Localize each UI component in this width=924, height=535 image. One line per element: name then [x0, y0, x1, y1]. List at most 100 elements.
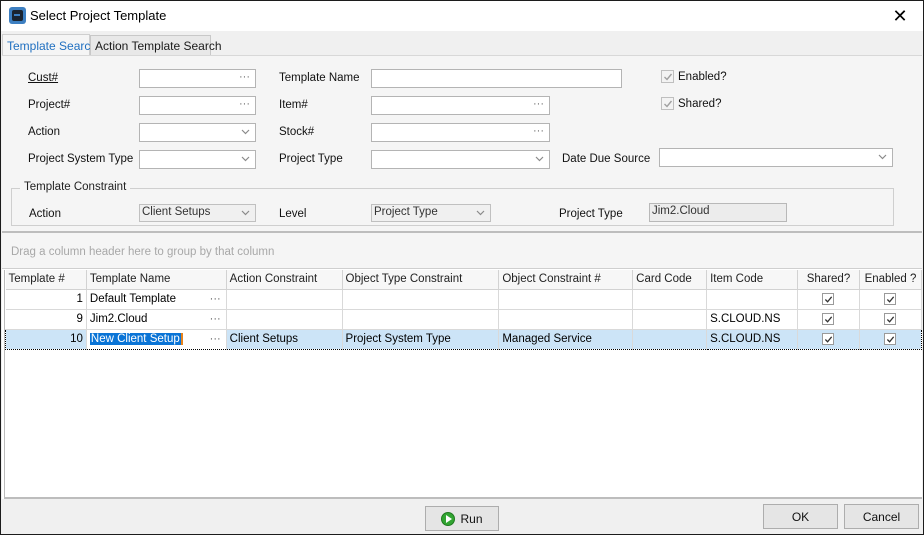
constraint-level-select[interactable]: Project Type: [371, 204, 491, 222]
cell-card-code: [632, 289, 708, 310]
template-name-editor[interactable]: New Client Setup: [89, 333, 183, 345]
cell-template-no: 9: [5, 309, 87, 330]
constraint-level-label: Level: [279, 208, 307, 220]
enabled-checkbox[interactable]: [884, 312, 897, 325]
cell-template-no: 1: [5, 289, 87, 310]
constraint-project-type-field: Jim2.Cloud: [649, 203, 787, 222]
project-field[interactable]: ···: [139, 96, 256, 115]
ellipsis-icon[interactable]: ···: [239, 71, 250, 83]
cell-object-constraint-no: Managed Service: [498, 328, 634, 350]
play-icon: [441, 511, 456, 526]
item-label: Item#: [279, 99, 308, 111]
cell-card-code: [632, 309, 708, 330]
column-header-template-no[interactable]: Template #: [5, 270, 87, 290]
chevron-down-icon: [241, 156, 250, 162]
ellipsis-icon[interactable]: ···: [210, 333, 221, 345]
cell-shared[interactable]: [797, 309, 860, 330]
cust-label: Cust#: [28, 72, 59, 84]
ellipsis-icon[interactable]: ···: [210, 313, 221, 325]
ellipsis-icon[interactable]: ···: [210, 293, 221, 305]
checkmark-icon: [887, 336, 895, 343]
column-header-card-code[interactable]: Card Code: [632, 270, 708, 290]
enabled-checkbox[interactable]: [661, 70, 674, 83]
window-title: Select Project Template: [30, 8, 167, 23]
shared-label: Shared?: [678, 98, 722, 110]
column-header-template-name[interactable]: Template Name: [86, 270, 227, 290]
table-row[interactable]: 1 Default Template ···: [5, 289, 923, 310]
column-header-object-type-constraint[interactable]: Object Type Constraint: [342, 270, 500, 290]
group-by-panel[interactable]: Drag a column header here to group by th…: [2, 233, 922, 269]
column-header-object-constraint-no[interactable]: Object Constraint #: [498, 270, 634, 290]
run-button[interactable]: Run: [425, 506, 499, 531]
template-name-input[interactable]: [371, 69, 622, 88]
table-row[interactable]: 9 Jim2.Cloud ··· S.CLOUD.NS: [5, 309, 923, 330]
constraint-action-label: Action: [29, 208, 61, 220]
cell-item-code: S.CLOUD.NS: [706, 328, 799, 350]
close-button[interactable]: ✕: [877, 1, 923, 31]
cell-card-code: [632, 328, 708, 350]
group-by-hint: Drag a column header here to group by th…: [11, 246, 275, 258]
ellipsis-icon[interactable]: ···: [239, 98, 250, 110]
ellipsis-icon[interactable]: ···: [533, 125, 544, 137]
cell-object-type-constraint: [342, 289, 500, 310]
action-select[interactable]: [139, 123, 256, 142]
tab-template-search[interactable]: Template Search: [2, 34, 97, 56]
search-panel: Cust# ··· Project# ··· Action Project Sy…: [2, 55, 922, 231]
chevron-down-icon: [241, 210, 250, 216]
cell-enabled[interactable]: [859, 309, 923, 330]
stock-label: Stock#: [279, 126, 315, 138]
column-header-item-code[interactable]: Item Code: [706, 270, 799, 290]
constraint-action-select[interactable]: Client Setups: [139, 204, 256, 222]
dialog-footer: Run OK Cancel: [2, 499, 922, 534]
checkmark-icon: [887, 316, 895, 323]
enabled-checkbox[interactable]: [884, 292, 897, 305]
cancel-button[interactable]: Cancel: [844, 504, 919, 529]
stock-field[interactable]: ···: [371, 123, 550, 142]
cell-shared[interactable]: [797, 289, 860, 310]
grid-body: Template # Template Name Action Constrai…: [4, 270, 923, 499]
table-header-row: Template # Template Name Action Constrai…: [5, 270, 923, 290]
date-due-source-select[interactable]: [659, 148, 893, 167]
checkmark-icon: [825, 296, 833, 303]
cell-object-type-constraint: [342, 309, 500, 330]
cust-field[interactable]: ···: [139, 69, 256, 88]
cell-object-constraint-no: [498, 289, 634, 310]
shared-checkbox[interactable]: [822, 292, 835, 305]
cell-item-code: [706, 289, 799, 310]
template-name-label: Template Name: [279, 72, 360, 84]
checkmark-icon: [825, 316, 833, 323]
shared-checkbox[interactable]: [661, 97, 674, 110]
ok-button[interactable]: OK: [763, 504, 838, 529]
column-header-enabled[interactable]: Enabled ?: [859, 270, 923, 290]
tab-action-template-search[interactable]: Action Template Search: [90, 35, 222, 55]
column-header-action-constraint[interactable]: Action Constraint: [226, 270, 343, 290]
enabled-label: Enabled?: [678, 71, 727, 83]
project-type-select[interactable]: [371, 150, 550, 169]
ellipsis-icon[interactable]: ···: [533, 98, 544, 110]
title-bar: Select Project Template ✕: [1, 1, 923, 31]
cell-enabled[interactable]: [859, 328, 923, 350]
cell-template-name-editing[interactable]: New Client Setup ···: [86, 328, 227, 350]
column-header-shared[interactable]: Shared?: [797, 270, 860, 290]
constraint-project-type-label: Project Type: [559, 208, 623, 220]
select-project-template-dialog: Select Project Template ✕ Template Searc…: [0, 0, 924, 535]
enabled-checkbox[interactable]: [884, 332, 897, 345]
project-system-type-label: Project System Type: [28, 153, 134, 165]
action-label: Action: [28, 126, 60, 138]
chevron-down-icon: [878, 154, 887, 160]
cell-template-name[interactable]: Default Template ···: [86, 289, 227, 310]
checkmark-icon: [664, 73, 673, 81]
project-system-type-select[interactable]: [139, 150, 256, 169]
templates-table: Template # Template Name Action Constrai…: [5, 270, 923, 350]
cell-object-constraint-no: [498, 309, 634, 330]
shared-checkbox[interactable]: [822, 312, 835, 325]
cell-template-name[interactable]: Jim2.Cloud ···: [86, 309, 227, 330]
table-row-selected[interactable]: 10 New Client Setup ··· Client Setups Pro…: [5, 328, 923, 350]
shared-checkbox[interactable]: [822, 332, 835, 345]
item-field[interactable]: ···: [371, 96, 550, 115]
cell-action-constraint: Client Setups: [226, 328, 343, 350]
cell-template-no: 10: [5, 328, 87, 350]
cell-shared[interactable]: [797, 328, 860, 350]
chevron-down-icon: [241, 129, 250, 135]
cell-enabled[interactable]: [859, 289, 923, 310]
